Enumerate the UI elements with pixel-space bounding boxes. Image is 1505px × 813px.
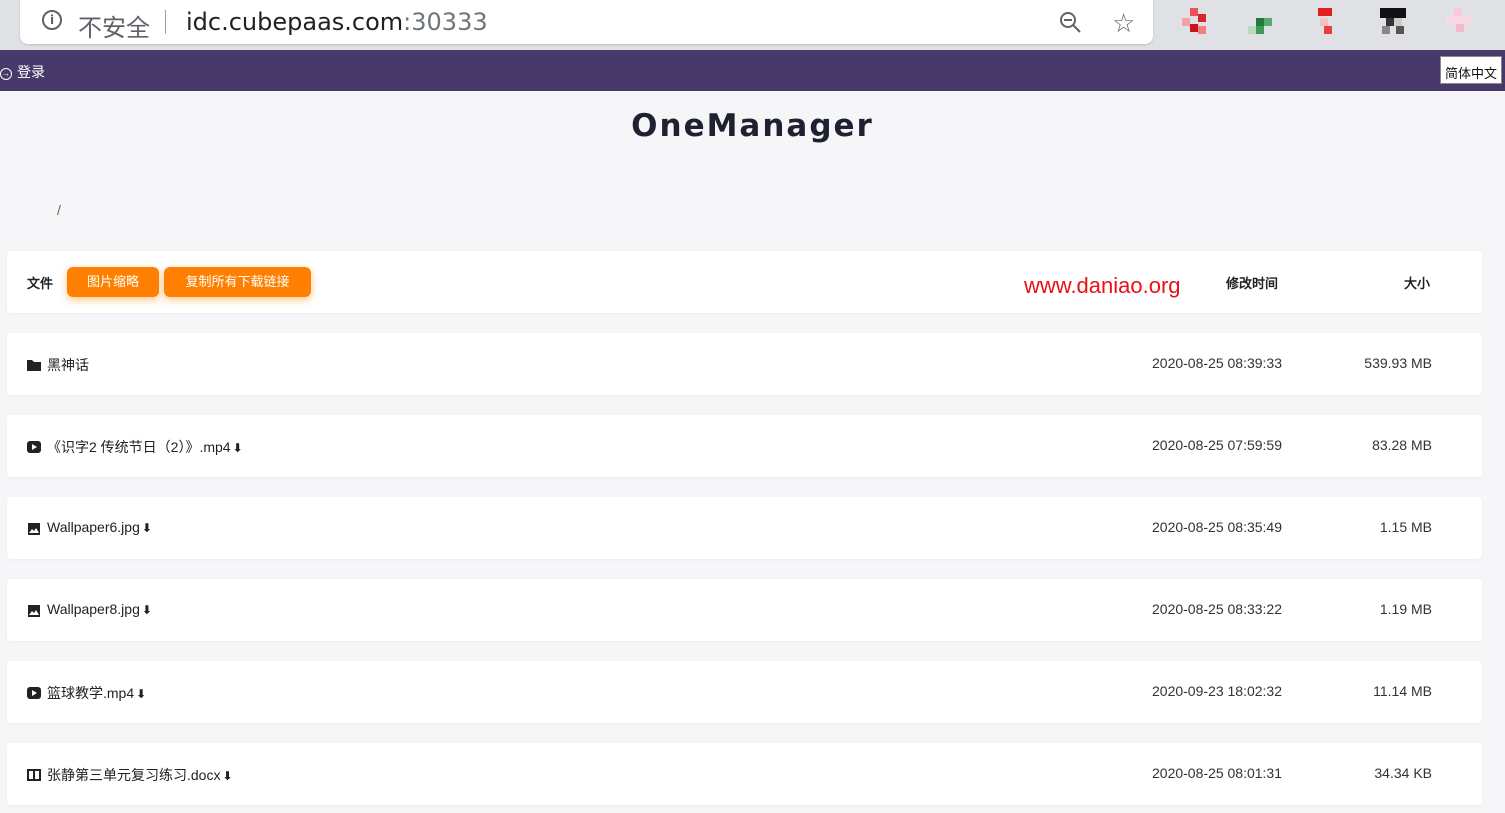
file-row[interactable]: 篮球教学.mp4 ⬇ 2020-09-23 18:02:32 11.14 MB <box>7 661 1482 723</box>
download-icon[interactable]: ⬇ <box>136 687 146 701</box>
file-name-link[interactable]: 篮球教学.mp4 ⬇ <box>47 683 146 703</box>
security-label[interactable]: 不安全 <box>78 8 150 43</box>
file-name-link[interactable]: 张静第三单元复习练习.docx ⬇ <box>47 765 233 785</box>
url-host: idc.cubepaas.com <box>186 8 404 36</box>
file-row[interactable]: 黑神话 2020-08-25 08:39:33 539.93 MB <box>7 333 1482 395</box>
file-size: 539.93 MB <box>1364 355 1432 371</box>
login-label: 登录 <box>17 64 45 80</box>
file-name: 篮球教学.mp4 <box>47 685 135 701</box>
browser-toolbar: i 不安全 idc.cubepaas.com:30333 ☆ <box>0 0 1505 50</box>
video-icon <box>27 685 41 699</box>
download-icon[interactable]: ⬇ <box>142 603 152 617</box>
top-nav: → 登录 简体中文 <box>0 50 1505 91</box>
address-divider <box>165 10 166 34</box>
file-modified-time: 2020-08-25 08:33:22 <box>1152 601 1282 617</box>
file-name: Wallpaper6.jpg <box>47 519 140 535</box>
file-modified-time: 2020-08-25 07:59:59 <box>1152 437 1282 453</box>
copy-all-links-button[interactable]: 复制所有下载链接 <box>164 267 311 297</box>
video-icon <box>27 439 41 453</box>
file-name: 《识字2 传统节日（2）》.mp4 <box>47 439 231 455</box>
file-name: Wallpaper8.jpg <box>47 601 140 617</box>
extension-icon-4[interactable] <box>1380 8 1408 36</box>
file-row[interactable]: 张静第三单元复习练习.docx ⬇ 2020-08-25 08:01:31 34.34… <box>7 743 1482 805</box>
info-icon[interactable]: i <box>42 10 62 30</box>
url-port: :30333 <box>403 8 488 36</box>
thumbnail-button[interactable]: 图片缩略 <box>67 267 159 297</box>
language-select[interactable]: 简体中文 <box>1440 56 1502 84</box>
site-title: OneManager <box>631 108 874 144</box>
file-row[interactable]: 《识字2 传统节日（2）》.mp4 ⬇ 2020-08-25 07:59:59 83.… <box>7 415 1482 477</box>
breadcrumb[interactable]: / <box>57 202 61 218</box>
file-modified-time: 2020-08-25 08:35:49 <box>1152 519 1282 535</box>
url-text[interactable]: idc.cubepaas.com:30333 <box>186 8 488 36</box>
address-bar[interactable]: i 不安全 idc.cubepaas.com:30333 ☆ <box>20 0 1153 44</box>
login-icon: → <box>0 68 12 80</box>
download-icon[interactable]: ⬇ <box>233 441 243 455</box>
list-header: 文件 图片缩略 复制所有下载链接 www.daniao.org 修改时间 大小 <box>7 251 1482 313</box>
watermark-text: www.daniao.org <box>1024 273 1181 298</box>
time-column-label[interactable]: 修改时间 <box>1226 273 1278 292</box>
file-modified-time: 2020-08-25 08:39:33 <box>1152 355 1282 371</box>
file-name: 黑神话 <box>47 357 89 373</box>
file-size: 11.14 MB <box>1373 683 1432 699</box>
file-modified-time: 2020-08-25 08:01:31 <box>1152 765 1282 781</box>
image-icon <box>27 521 41 535</box>
download-icon[interactable]: ⬇ <box>142 521 152 535</box>
file-name-link[interactable]: 黑神话 <box>47 355 91 375</box>
file-name: 张静第三单元复习练习.docx <box>47 767 221 783</box>
file-size: 1.19 MB <box>1379 601 1432 617</box>
zoom-icon[interactable] <box>1058 10 1082 34</box>
file-name-link[interactable]: 《识字2 传统节日（2）》.mp4 ⬇ <box>47 437 243 457</box>
image-icon <box>27 603 41 617</box>
download-icon[interactable]: ⬇ <box>222 769 232 783</box>
bookmark-star-icon[interactable]: ☆ <box>1112 9 1135 39</box>
login-link[interactable]: → 登录 <box>0 62 45 82</box>
file-row[interactable]: Wallpaper8.jpg ⬇ 2020-08-25 08:33:22 1.19 M… <box>7 579 1482 641</box>
size-column-label[interactable]: 大小 <box>1404 273 1430 292</box>
file-size: 83.28 MB <box>1372 437 1432 453</box>
file-row[interactable]: Wallpaper6.jpg ⬇ 2020-08-25 08:35:49 1.15 M… <box>7 497 1482 559</box>
document-icon <box>27 767 41 781</box>
file-name-link[interactable]: Wallpaper6.jpg ⬇ <box>47 519 152 535</box>
folder-icon <box>27 357 41 371</box>
file-column-label: 文件 <box>27 276 54 291</box>
file-size: 34.34 KB <box>1374 765 1432 781</box>
extension-icon-2[interactable] <box>1246 8 1274 36</box>
file-size: 1.15 MB <box>1379 519 1432 535</box>
extension-icon-1[interactable] <box>1182 8 1210 36</box>
file-modified-time: 2020-09-23 18:02:32 <box>1152 683 1282 699</box>
file-name-link[interactable]: Wallpaper8.jpg ⬇ <box>47 601 152 617</box>
extension-icon-5[interactable] <box>1446 8 1474 36</box>
extension-icon-3[interactable] <box>1316 8 1344 36</box>
